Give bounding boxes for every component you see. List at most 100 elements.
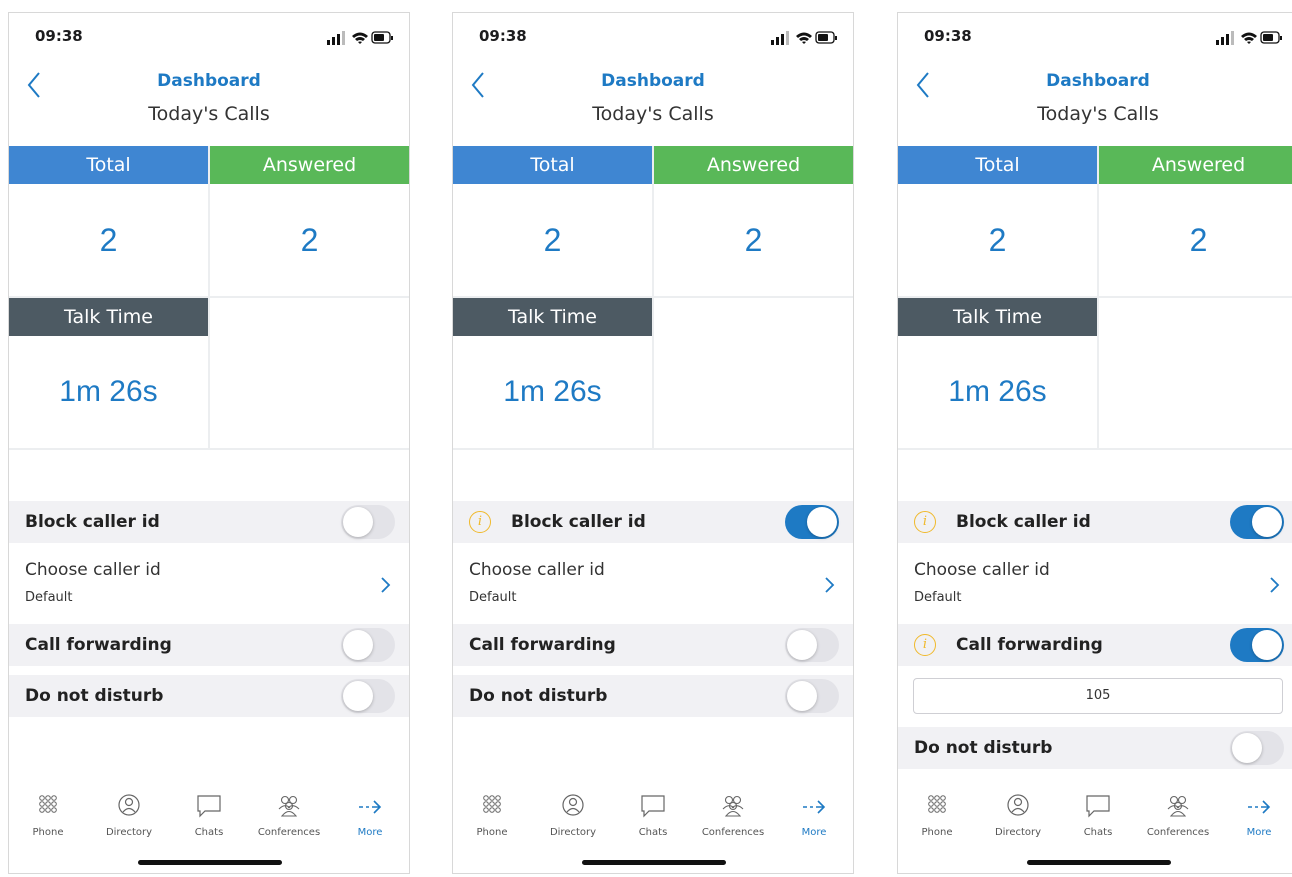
answered-calls-tile: Answered 2: [1099, 146, 1292, 298]
talk-time-tile: Talk Time 1m 26s: [453, 298, 654, 450]
arrow-right-icon: [359, 800, 382, 814]
status-bar: 09:38: [9, 13, 409, 61]
phone-screen-1: 09:38 Dashboard Today's Calls Total 2 An…: [8, 12, 410, 874]
tab-label: Phone: [476, 827, 508, 838]
tile-label: Answered: [654, 146, 853, 184]
empty-tile: [210, 298, 409, 450]
nav-title: Dashboard: [1046, 71, 1150, 91]
home-indicator[interactable]: [582, 860, 726, 865]
forwarding-number-input[interactable]: 105: [913, 678, 1283, 714]
do-not-disturb-row: Do not disturb: [898, 727, 1292, 769]
keypad-icon: [483, 795, 501, 813]
tab-bar: Phone Directory Chats Conferences More: [898, 793, 1292, 853]
person-icon: [562, 794, 584, 816]
do-not-disturb-toggle[interactable]: [785, 679, 839, 713]
tab-label: Directory: [549, 827, 597, 838]
status-time: 09:38: [479, 27, 527, 45]
nav-title: Dashboard: [601, 71, 705, 91]
tab-phone[interactable]: Phone: [453, 793, 532, 838]
row-label: Call forwarding: [469, 635, 616, 655]
choose-caller-id-row[interactable]: Choose caller id Default: [898, 543, 1292, 623]
row-label: Block caller id: [956, 512, 1091, 532]
tile-label: Total: [9, 146, 208, 184]
row-value: Default: [25, 590, 73, 605]
row-label: Do not disturb: [25, 686, 164, 706]
answered-calls-tile: Answered 2: [654, 146, 853, 298]
tab-chats[interactable]: Chats: [613, 793, 693, 838]
status-time: 09:38: [924, 27, 972, 45]
tab-conferences[interactable]: Conferences: [1138, 793, 1218, 838]
toggle-knob: [1252, 630, 1282, 660]
call-forwarding-toggle[interactable]: [341, 628, 395, 662]
tab-label: Conferences: [1146, 827, 1210, 838]
chat-bubble-icon: [641, 795, 665, 818]
row-label: Block caller id: [511, 512, 646, 532]
tab-label: Phone: [921, 827, 953, 838]
block-caller-id-toggle[interactable]: [785, 505, 839, 539]
block-caller-id-row: i Block caller id: [898, 501, 1292, 543]
info-icon[interactable]: i: [914, 511, 936, 533]
toggle-knob: [343, 681, 373, 711]
person-icon: [118, 794, 140, 816]
tab-directory[interactable]: Directory: [533, 793, 613, 838]
signal-wifi-battery-icon: [771, 31, 837, 45]
tab-conferences[interactable]: Conferences: [249, 793, 329, 838]
row-value: Default: [914, 590, 962, 605]
row-label: Choose caller id: [25, 560, 161, 580]
call-forwarding-toggle[interactable]: [1230, 628, 1284, 662]
home-indicator[interactable]: [1027, 860, 1171, 865]
call-forwarding-toggle[interactable]: [785, 628, 839, 662]
nav-title: Dashboard: [157, 71, 261, 91]
total-calls-tile: Total 2: [9, 146, 210, 298]
status-bar: 09:38: [898, 13, 1292, 61]
info-icon[interactable]: i: [469, 511, 491, 533]
tab-more[interactable]: More: [330, 793, 409, 838]
tab-conferences[interactable]: Conferences: [693, 793, 773, 838]
tile-value: 1m 26s: [59, 375, 158, 408]
status-bar: 09:38: [453, 13, 853, 61]
tile-value: 1m 26s: [503, 375, 602, 408]
row-label: Do not disturb: [914, 738, 1053, 758]
tile-label: Total: [898, 146, 1097, 184]
row-label: Call forwarding: [25, 635, 172, 655]
keypad-icon: [39, 795, 57, 813]
total-calls-tile: Total 2: [453, 146, 654, 298]
choose-caller-id-row[interactable]: Choose caller id Default: [9, 543, 409, 623]
block-caller-id-row: Block caller id: [9, 501, 409, 543]
chevron-right-icon: [825, 577, 835, 593]
person-icon: [1007, 794, 1029, 816]
toggle-knob: [343, 630, 373, 660]
do-not-disturb-toggle[interactable]: [341, 679, 395, 713]
tab-directory[interactable]: Directory: [89, 793, 169, 838]
group-icon: [722, 795, 744, 817]
tab-chats[interactable]: Chats: [169, 793, 249, 838]
chat-bubble-icon: [197, 795, 221, 818]
status-time: 09:38: [35, 27, 83, 45]
info-icon[interactable]: i: [914, 634, 936, 656]
tab-label: Conferences: [701, 827, 765, 838]
tile-label: Answered: [1099, 146, 1292, 184]
tab-phone[interactable]: Phone: [898, 793, 977, 838]
tab-label: Directory: [105, 827, 153, 838]
tab-chats[interactable]: Chats: [1058, 793, 1138, 838]
toggle-knob: [1252, 507, 1282, 537]
tab-more[interactable]: More: [774, 793, 853, 838]
do-not-disturb-toggle[interactable]: [1230, 731, 1284, 765]
tab-label: Phone: [32, 827, 64, 838]
block-caller-id-toggle[interactable]: [341, 505, 395, 539]
home-indicator[interactable]: [138, 860, 282, 865]
block-caller-id-toggle[interactable]: [1230, 505, 1284, 539]
tile-label: Answered: [210, 146, 409, 184]
tile-label: Total: [453, 146, 652, 184]
tile-label: Talk Time: [9, 298, 208, 336]
tab-more[interactable]: More: [1219, 793, 1292, 838]
row-label: Choose caller id: [469, 560, 605, 580]
signal-wifi-battery-icon: [327, 31, 393, 45]
phone-screen-2: 09:38 Dashboard Today's Calls Total 2 An…: [452, 12, 854, 874]
tab-label: More: [357, 827, 383, 838]
toggle-knob: [787, 630, 817, 660]
tab-phone[interactable]: Phone: [9, 793, 88, 838]
choose-caller-id-row[interactable]: Choose caller id Default: [453, 543, 853, 623]
tile-value: 2: [300, 222, 319, 258]
tab-directory[interactable]: Directory: [978, 793, 1058, 838]
